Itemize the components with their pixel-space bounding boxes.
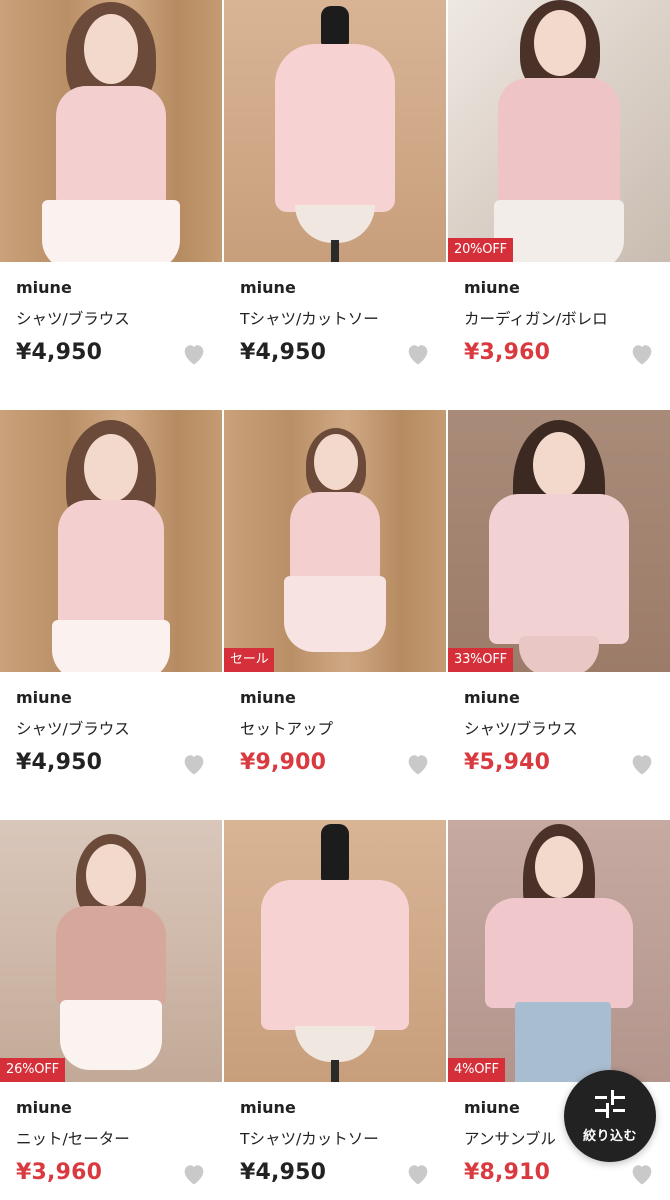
brand-name: miune [16,688,72,707]
brand-name: miune [240,688,296,707]
product-price: ¥9,900 [240,750,327,775]
product-category: Tシャツ/カットソー [240,310,379,328]
favorite-heart-icon[interactable] [404,750,432,778]
favorite-heart-icon[interactable] [404,340,432,368]
product-image[interactable]: 20%OFF [448,0,670,262]
sale-badge: セール [224,648,275,672]
filter-button[interactable]: 絞り込む [564,1070,656,1162]
discount-badge: 20%OFF [448,238,513,262]
product-image[interactable]: 4%OFF [448,820,670,1082]
product-image[interactable]: 33%OFF [448,410,670,672]
favorite-heart-icon[interactable] [180,340,208,368]
product-card[interactable]: 26%OFF miune ニット/セーター ¥3,960 [0,820,222,1200]
product-image[interactable] [224,0,446,262]
product-price: ¥4,950 [240,340,327,365]
product-image[interactable] [0,410,222,672]
product-card[interactable]: miune シャツ/ブラウス ¥4,950 [0,410,222,820]
product-category: ニット/セーター [16,1130,130,1148]
brand-name: miune [464,278,520,297]
product-card[interactable]: miune Tシャツ/カットソー ¥4,950 [224,0,446,410]
filter-sliders-icon [595,1089,625,1118]
product-price: ¥4,950 [240,1160,327,1185]
brand-name: miune [16,278,72,297]
product-price: ¥3,960 [16,1160,103,1185]
product-card[interactable]: miune シャツ/ブラウス ¥4,950 [0,0,222,410]
product-category: シャツ/ブラウス [16,310,130,328]
discount-badge: 33%OFF [448,648,513,672]
product-price: ¥4,950 [16,750,103,775]
product-image[interactable]: 26%OFF [0,820,222,1082]
product-card[interactable]: miune Tシャツ/カットソー ¥4,950 [224,820,446,1200]
favorite-heart-icon[interactable] [180,1160,208,1188]
product-card[interactable]: 33%OFF miune シャツ/ブラウス ¥5,940 [448,410,670,820]
product-category: シャツ/ブラウス [464,720,578,738]
product-image[interactable]: セール [224,410,446,672]
favorite-heart-icon[interactable] [628,340,656,368]
product-category: カーディガン/ボレロ [464,310,608,328]
brand-name: miune [240,1098,296,1117]
product-price: ¥8,910 [464,1160,551,1185]
filter-label: 絞り込む [582,1128,637,1144]
brand-name: miune [464,688,520,707]
discount-badge: 26%OFF [0,1058,65,1082]
product-price: ¥4,950 [16,340,103,365]
product-grid: miune シャツ/ブラウス ¥4,950 miune Tシャツ/カットソー ¥… [0,0,670,1200]
product-image[interactable] [224,820,446,1082]
favorite-heart-icon[interactable] [628,750,656,778]
product-card[interactable]: セール miune セットアップ ¥9,900 [224,410,446,820]
product-category: セットアップ [240,720,334,738]
favorite-heart-icon[interactable] [180,750,208,778]
product-category: Tシャツ/カットソー [240,1130,379,1148]
favorite-heart-icon[interactable] [628,1160,656,1188]
discount-badge: 4%OFF [448,1058,505,1082]
product-category: シャツ/ブラウス [16,720,130,738]
product-card[interactable]: 20%OFF miune カーディガン/ボレロ ¥3,960 [448,0,670,410]
brand-name: miune [240,278,296,297]
product-price: ¥5,940 [464,750,551,775]
product-image[interactable] [0,0,222,262]
product-price: ¥3,960 [464,340,551,365]
brand-name: miune [16,1098,72,1117]
favorite-heart-icon[interactable] [404,1160,432,1188]
